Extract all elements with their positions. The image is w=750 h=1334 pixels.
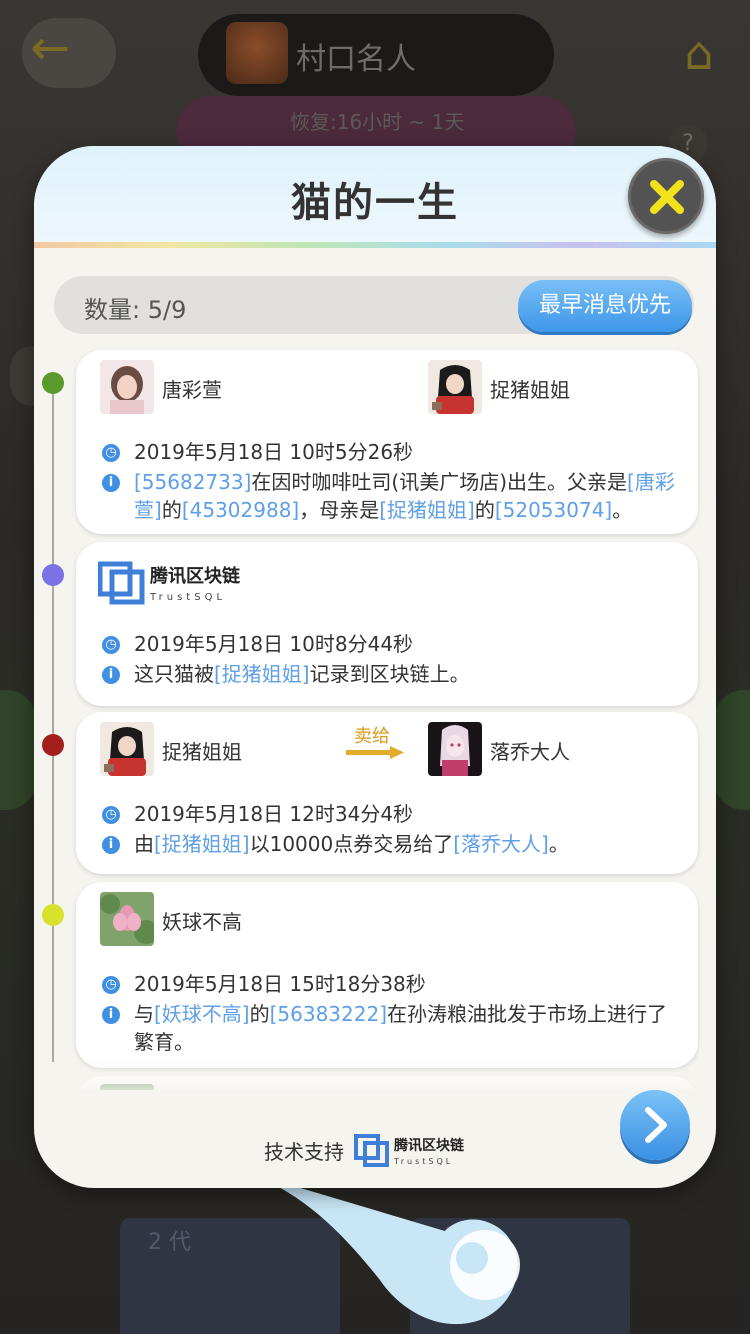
swirl-decoration xyxy=(240,1170,520,1325)
event-time: 2019年5月18日 15时18分38秒 xyxy=(134,972,426,996)
dialog-title: 猫的一生 xyxy=(291,180,459,226)
timeline-event-breeding: 妖球不高 ◷ 2019年5月18日 15时18分38秒 i 与[妖球不高]的[5… xyxy=(76,882,698,1068)
next-button[interactable] xyxy=(620,1090,690,1160)
user-name: 妖球不高 xyxy=(162,910,242,934)
event-time: 2019年5月18日 10时8分44秒 xyxy=(134,632,414,656)
event-time: 2019年5月18日 10时5分26秒 xyxy=(134,440,414,464)
parent-mother[interactable]: 捉猪姐姐 xyxy=(428,360,628,414)
entity-link[interactable]: [捉猪姐姐] xyxy=(154,832,250,856)
timeline-dot xyxy=(42,734,64,756)
tech-support-label: 技术支持 xyxy=(264,1140,344,1164)
home-icon[interactable]: ⌂ xyxy=(666,22,732,84)
description-text: 的 xyxy=(249,1002,270,1026)
tech-support: 技术支持 腾讯区块链 TrustSQL xyxy=(264,1132,504,1172)
info-icon: i xyxy=(102,1006,120,1024)
background-decoration xyxy=(714,690,750,810)
avatar xyxy=(100,360,154,414)
sell-label: 卖给 xyxy=(354,726,390,747)
event-time: 2019年5月18日 12时34分4秒 xyxy=(134,802,414,826)
avatar xyxy=(226,22,288,84)
entity-link[interactable]: [52053074] xyxy=(495,498,612,522)
tencent-blockchain-logo: 腾讯区块链 TrustSQL xyxy=(97,558,258,606)
event-description: 与[妖球不高]的[56383222]在孙涛粮油批发于市场上进行了繁育。 xyxy=(134,1000,682,1056)
entity-link[interactable]: [55682733] xyxy=(134,470,251,494)
user-name: 落乔大人 xyxy=(490,740,570,764)
timeline[interactable]: 唐彩萱 捉猪姐姐 ◷ 2019年5月18日 10时5分26秒 i [556827… xyxy=(34,346,716,1090)
entity-link[interactable]: [捉猪姐姐] xyxy=(214,662,310,686)
clock-icon: ◷ xyxy=(102,636,120,654)
user-name: 捉猪姐姐 xyxy=(490,378,570,402)
info-icon: i xyxy=(102,474,120,492)
description-text: 的 xyxy=(161,498,182,522)
description-text: 由 xyxy=(134,832,154,856)
avatar xyxy=(100,892,154,946)
seller[interactable]: 捉猪姐姐 xyxy=(100,722,300,776)
close-icon xyxy=(650,180,684,214)
clock-icon: ◷ xyxy=(102,976,120,994)
info-icon: i xyxy=(102,666,120,684)
parent-father[interactable]: 唐彩萱 xyxy=(100,360,300,414)
description-text: 以10000点券交易给了 xyxy=(249,832,454,856)
event-description: 由[捉猪姐姐]以10000点券交易给了[落乔大人]。 xyxy=(134,830,682,858)
card-label: 2 代 xyxy=(148,1230,191,1255)
entity-link[interactable]: [45302988] xyxy=(182,498,299,522)
arrow-right-icon xyxy=(346,746,404,759)
logo-subtext: TrustSQL xyxy=(393,1157,453,1166)
timeline-dot xyxy=(42,904,64,926)
breeding-partner[interactable]: 妖球不高 xyxy=(100,892,300,946)
cat-life-dialog: 猫的一生 数量: 5/9 最早消息优先 唐彩萱 捉猪姐姐 ◷ 2019年5月18… xyxy=(34,146,716,1188)
timeline-line xyxy=(52,382,54,1062)
entity-link[interactable]: [落乔大人] xyxy=(453,832,549,856)
list-fade xyxy=(34,1058,716,1098)
clock-icon: ◷ xyxy=(102,444,120,462)
description-text: 这只猫被 xyxy=(134,662,214,686)
description-text: 。 xyxy=(548,832,569,856)
buyer[interactable]: 落乔大人 xyxy=(428,722,628,776)
timeline-event-sale: 捉猪姐姐 卖给 落乔大人 ◷ 2019年5月18日 12时34分4秒 i 由[捉… xyxy=(76,712,698,874)
description-text: 。 xyxy=(612,498,633,522)
description-text: 在因时咖啡吐司(讯美广场店)出生。父亲是 xyxy=(251,470,628,494)
avatar xyxy=(428,722,482,776)
timeline-event-birth: 唐彩萱 捉猪姐姐 ◷ 2019年5月18日 10时5分26秒 i [556827… xyxy=(76,350,698,534)
event-description: 这只猫被[捉猪姐姐]记录到区块链上。 xyxy=(134,660,682,688)
recover-text: 恢复:16小时 ~ 1天 xyxy=(290,110,465,134)
entity-link[interactable]: [妖球不高] xyxy=(154,1002,250,1026)
chevron-right-icon xyxy=(645,1107,667,1143)
logo-text: 腾讯区块链 xyxy=(394,1137,465,1154)
logo-subtext: TrustSQL xyxy=(149,592,226,603)
event-description: [55682733]在因时咖啡吐司(讯美广场店)出生。父亲是[唐彩萱]的[453… xyxy=(134,468,682,524)
logo-text: 腾讯区块链 xyxy=(150,565,241,587)
avatar xyxy=(100,722,154,776)
close-button[interactable] xyxy=(628,158,704,234)
avatar xyxy=(428,360,482,414)
background-decoration xyxy=(0,690,36,810)
info-icon: i xyxy=(102,836,120,854)
description-text: 与 xyxy=(134,1002,154,1026)
timeline-dot xyxy=(42,372,64,394)
header-stripe xyxy=(34,242,716,248)
arrow-left-icon: ← xyxy=(30,20,71,76)
screen-title: 村口名人 xyxy=(296,42,416,77)
user-name: 捉猪姐姐 xyxy=(162,740,242,764)
user-name: 唐彩萱 xyxy=(162,378,222,402)
sort-earliest-button[interactable]: 最早消息优先 xyxy=(518,280,692,332)
count-text: 数量: 5/9 xyxy=(84,296,187,324)
description-text: ，母亲是 xyxy=(299,498,380,522)
timeline-event-blockchain: 腾讯区块链 TrustSQL ◷ 2019年5月18日 10时8分44秒 i 这… xyxy=(76,542,698,706)
description-text: 的 xyxy=(474,498,495,522)
tencent-blockchain-logo: 腾讯区块链 TrustSQL xyxy=(354,1134,465,1167)
sell-tag: 卖给 xyxy=(346,722,406,762)
description-text: 记录到区块链上。 xyxy=(309,662,470,686)
timeline-dot xyxy=(42,564,64,586)
entity-link[interactable]: [56383222] xyxy=(270,1002,387,1026)
clock-icon: ◷ xyxy=(102,806,120,824)
entity-link[interactable]: [捉猪姐姐] xyxy=(379,498,475,522)
